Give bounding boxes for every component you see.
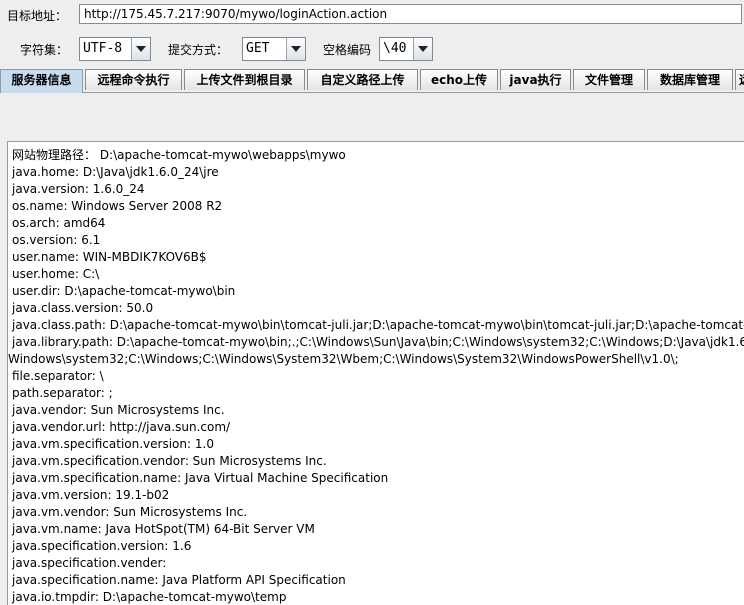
info-line: java.class.version: 50.0 <box>12 301 154 315</box>
tab-custom-path-upload[interactable]: 自定义路径上传 <box>307 69 418 90</box>
server-info-panel: 网站物理路径： D:\apache-tomcat-mywo\webapps\my… <box>7 141 744 605</box>
target-row: 目标地址： http://175.45.7.217:9070/mywo/logi… <box>0 0 744 30</box>
info-line: user.dir: D:\apache-tomcat-mywo\bin <box>12 284 236 298</box>
chevron-down-icon[interactable] <box>286 38 305 60</box>
info-line: java.vm.specification.name: Java Virtual… <box>12 471 389 485</box>
info-line: java.specification.vender: <box>12 556 167 570</box>
info-line: java.vm.specification.vendor: Sun Micros… <box>12 454 327 468</box>
info-line: java.io.tmpdir: D:\apache-tomcat-mywo\te… <box>12 590 287 604</box>
info-line: java.vm.name: Java HotSpot(TM) 64-Bit Se… <box>12 522 315 536</box>
method-label: 提交方式： <box>168 43 229 57</box>
function-tabs: 服务器信息 远程命令执行 上传文件到根目录 自定义路径上传 echo上传 jav… <box>0 69 744 93</box>
info-line: os.version: 6.1 <box>12 233 101 247</box>
tab-database-manager[interactable]: 数据库管理 <box>647 69 733 90</box>
method-select[interactable]: GET <box>242 37 306 61</box>
target-label: 目标地址： <box>7 9 68 23</box>
charset-value: UTF-8 <box>83 41 123 56</box>
info-line: java.vm.version: 19.1-b02 <box>12 488 170 502</box>
method-value: GET <box>246 41 270 56</box>
tab-file-manager[interactable]: 文件管理 <box>573 69 645 90</box>
info-line: user.home: C:\ <box>12 267 100 281</box>
info-line: user.name: WIN-MBDIK7KOV6B$ <box>12 250 207 264</box>
info-line: java.class.path: D:\apache-tomcat-mywo\b… <box>12 318 744 332</box>
info-line: java.vendor: Sun Microsystems Inc. <box>12 403 225 417</box>
tab-upload-root[interactable]: 上传文件到根目录 <box>184 69 305 90</box>
info-line: 网站物理路径： D:\apache-tomcat-mywo\webapps\my… <box>12 148 346 162</box>
chevron-down-icon[interactable] <box>413 38 432 60</box>
target-url-input[interactable]: http://175.45.7.217:9070/mywo/loginActio… <box>79 4 742 24</box>
info-line: java.version: 1.6.0_24 <box>12 182 145 196</box>
info-line: java.specification.name: Java Platform A… <box>12 573 346 587</box>
info-line: java.vm.specification.version: 1.0 <box>12 437 214 451</box>
tab-echo-upload[interactable]: echo上传 <box>420 69 498 90</box>
tab-overflow[interactable]: 远 <box>735 69 744 90</box>
space-encoding-label: 空格编码 <box>323 43 372 57</box>
space-encoding-value: \40 <box>383 41 407 56</box>
info-line: file.separator: \ <box>12 369 104 383</box>
info-line: os.arch: amd64 <box>12 216 106 230</box>
charset-select[interactable]: UTF-8 <box>79 37 151 61</box>
tab-server-info[interactable]: 服务器信息 <box>0 69 83 93</box>
info-line: Windows\system32;C:\Windows;C:\Windows\S… <box>8 352 679 366</box>
info-line: java.vm.vendor: Sun Microsystems Inc. <box>12 505 248 519</box>
info-line: os.name: Windows Server 2008 R2 <box>12 199 223 213</box>
charset-label: 字符集： <box>20 43 69 57</box>
info-line: java.home: D:\Java\jdk1.6.0_24\jre <box>12 165 219 179</box>
info-line: java.library.path: D:\apache-tomcat-mywo… <box>12 335 744 349</box>
chevron-down-icon[interactable] <box>131 38 150 60</box>
info-line: java.specification.version: 1.6 <box>12 539 192 553</box>
tab-remote-command[interactable]: 远程命令执行 <box>85 69 182 90</box>
tab-java-exec[interactable]: java执行 <box>500 69 571 90</box>
info-line: java.vendor.url: http://java.sun.com/ <box>12 420 231 434</box>
info-line: path.separator: ; <box>12 386 113 400</box>
space-encoding-select[interactable]: \40 <box>379 37 433 61</box>
